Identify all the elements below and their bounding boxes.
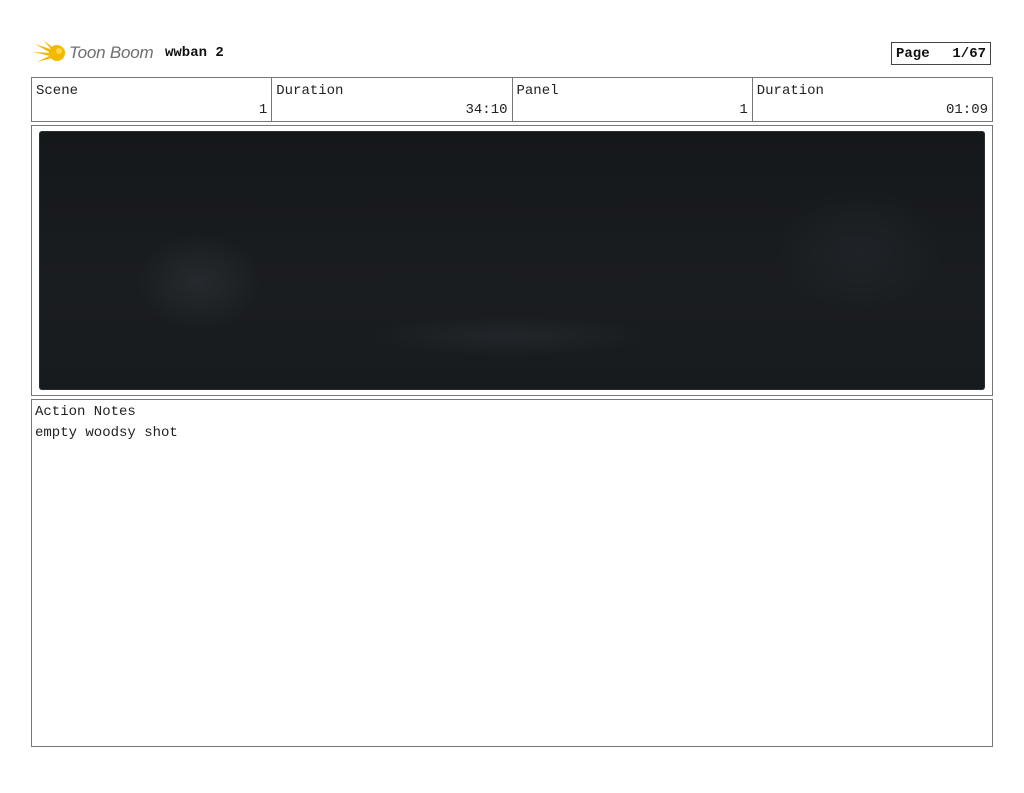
panel-duration-cell: Duration 01:09 (753, 78, 992, 121)
panel-value: 1 (739, 102, 748, 118)
panel-frame (31, 125, 993, 396)
action-notes-box: Action Notes empty woodsy shot (31, 399, 993, 747)
toon-boom-burst-icon (33, 40, 65, 62)
toon-boom-logo: Toon Boom (33, 38, 154, 68)
panel-duration-value: 01:09 (945, 102, 988, 118)
scene-duration-value: 34:10 (465, 102, 508, 118)
scene-cell: Scene 1 (32, 78, 273, 121)
logo-text: Toon Boom (69, 43, 154, 62)
panel-duration-label: Duration (756, 83, 824, 99)
scene-duration-label: Duration (276, 83, 344, 99)
scene-value: 1 (258, 102, 268, 118)
page-indicator: Page 1/67 (891, 42, 991, 65)
panel-cell: Panel 1 (513, 78, 753, 121)
action-notes-label: Action Notes (35, 404, 136, 420)
page-label: Page (896, 45, 930, 62)
page-number: 1/67 (952, 45, 986, 62)
scene-label: Scene (36, 83, 79, 99)
project-title: wwban 2 (165, 45, 224, 61)
action-notes-text: empty woodsy shot (35, 425, 178, 441)
storyboard-panel-image (39, 131, 985, 390)
panel-info-row: Scene 1 Duration 34:10 Panel 1 Duration … (31, 77, 993, 122)
scene-duration-cell: Duration 34:10 (272, 78, 513, 121)
panel-label: Panel (516, 83, 559, 99)
